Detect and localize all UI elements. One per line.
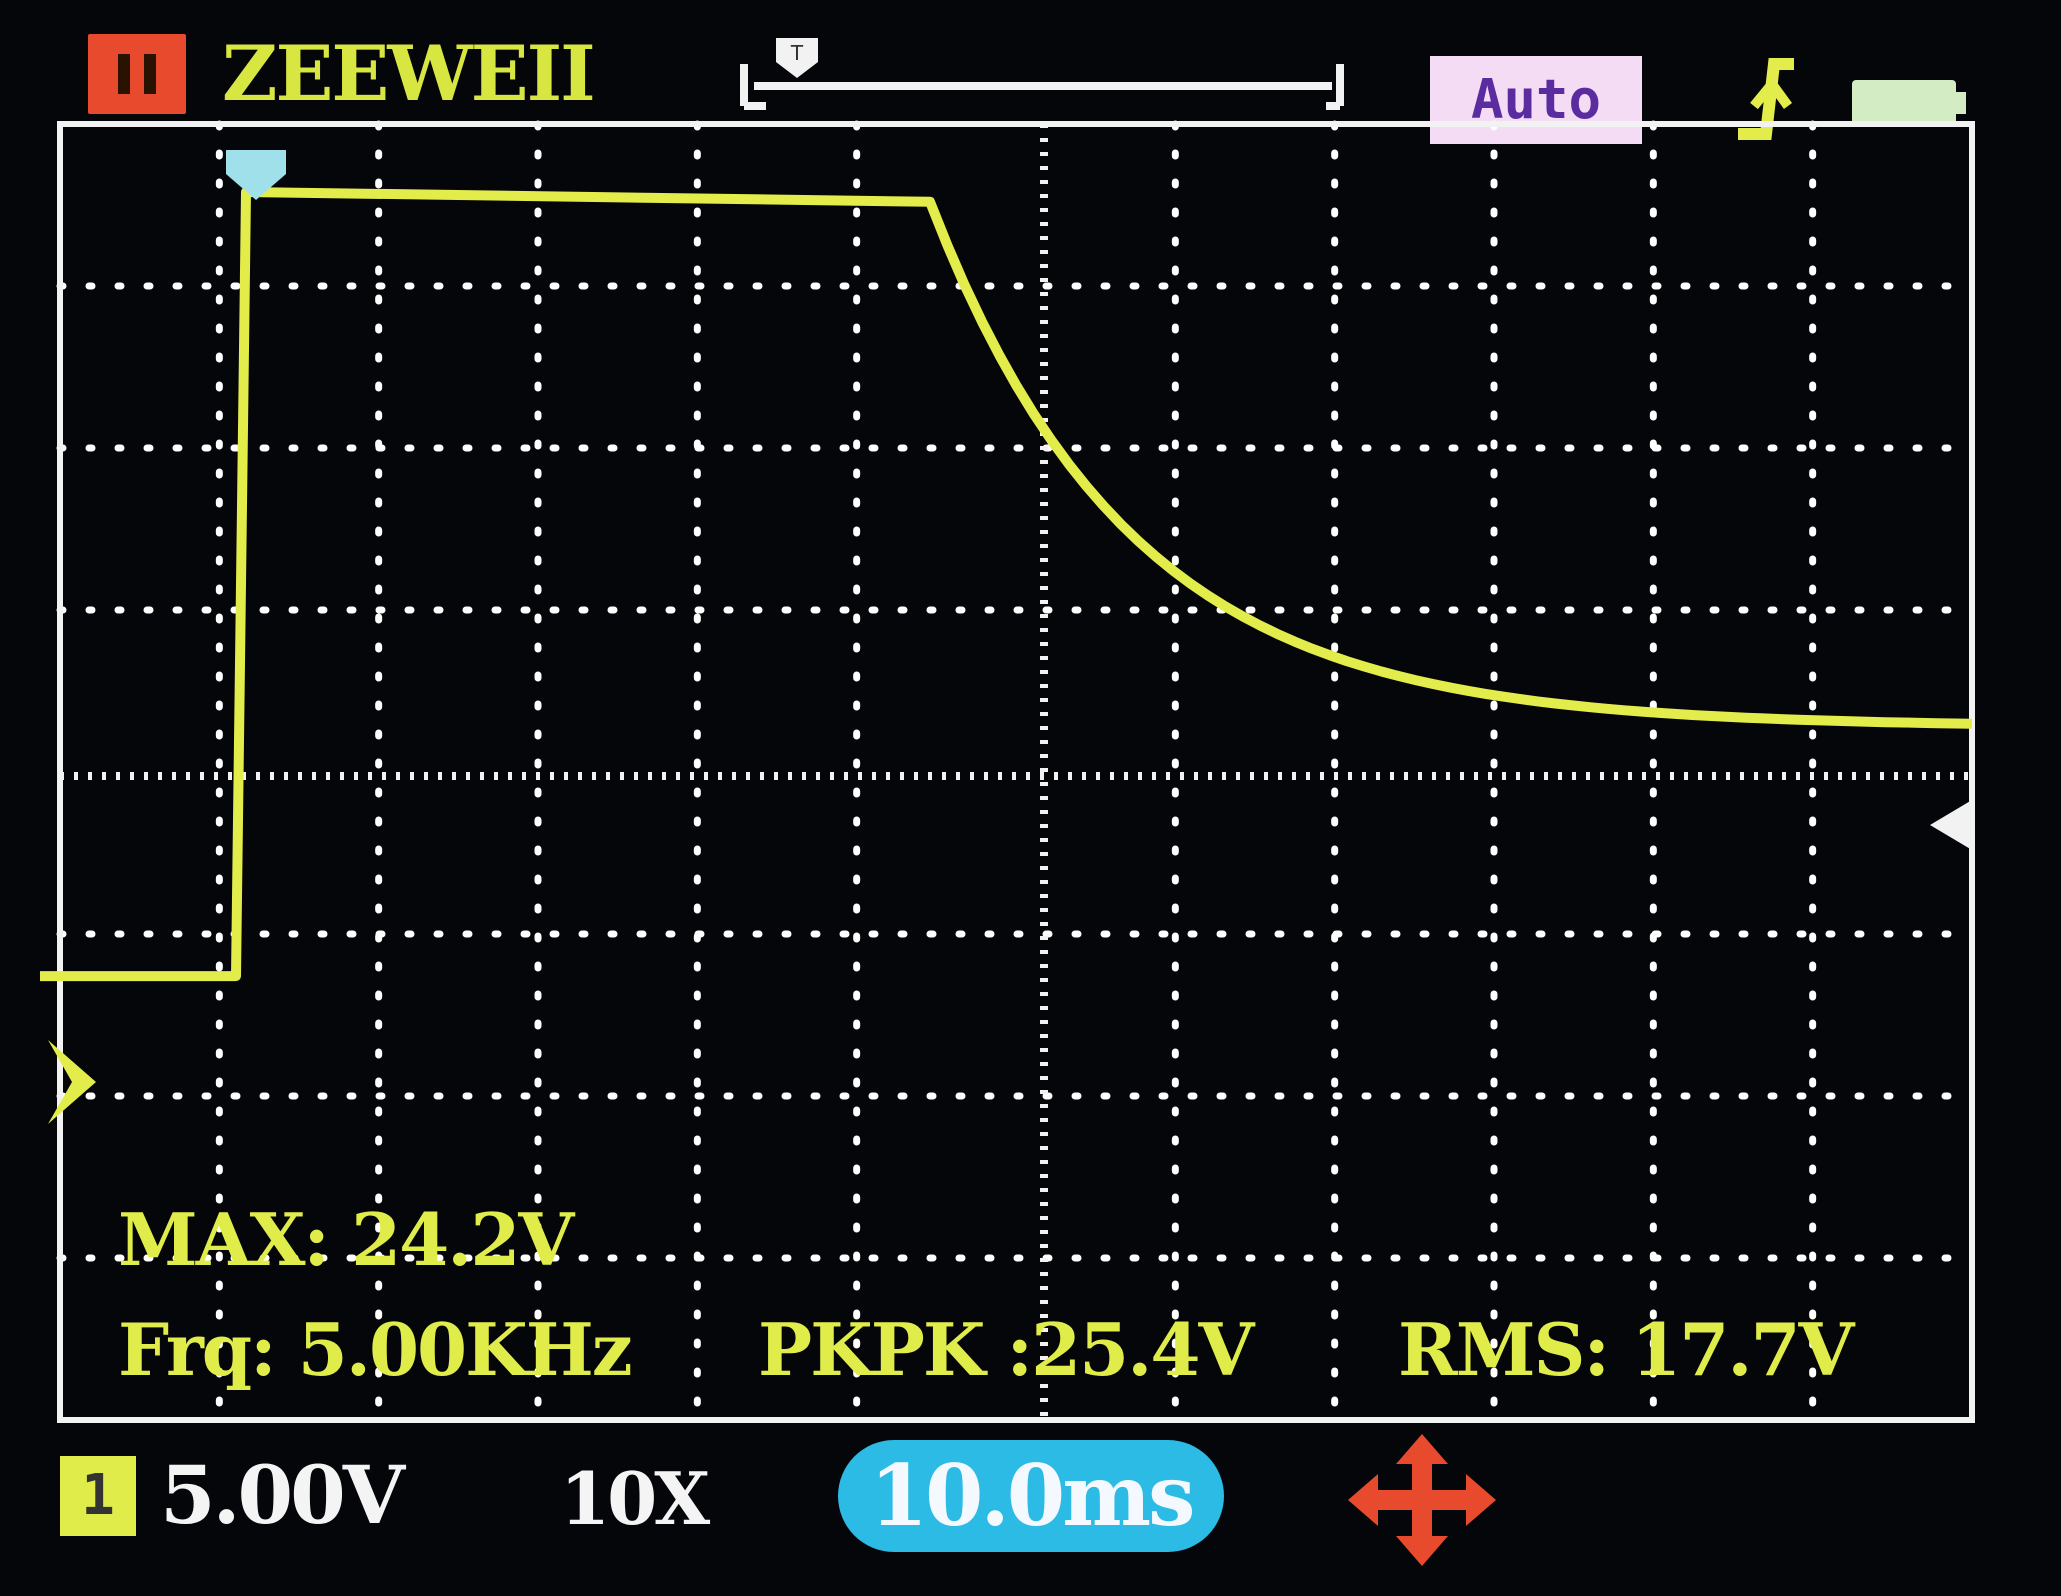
move-arrows-icon[interactable]: [1348, 1434, 1496, 1566]
channel-1-trace: [40, 187, 1973, 982]
measurement-rms: RMS: 17.7V: [1398, 1307, 1854, 1392]
channel-1-ground-marker-icon: [48, 1040, 96, 1124]
oscilloscope-screen: ZEEWEII T Auto MAX: 24.2V Frq: 5.00KHz P…: [0, 0, 2061, 1596]
channel-badge[interactable]: 1: [60, 1456, 136, 1536]
trigger-level-marker-icon: [1930, 800, 1972, 850]
measurement-frequency: Frq: 5.00KHz: [118, 1307, 633, 1392]
measurement-pkpk: PKPK :25.4V: [758, 1307, 1254, 1392]
probe-attenuation[interactable]: 10X: [560, 1454, 710, 1544]
volts-per-div[interactable]: 5.00V: [160, 1450, 405, 1540]
measurement-max: MAX: 24.2V: [118, 1197, 574, 1282]
timebase-button[interactable]: 10.0ms: [838, 1440, 1224, 1552]
